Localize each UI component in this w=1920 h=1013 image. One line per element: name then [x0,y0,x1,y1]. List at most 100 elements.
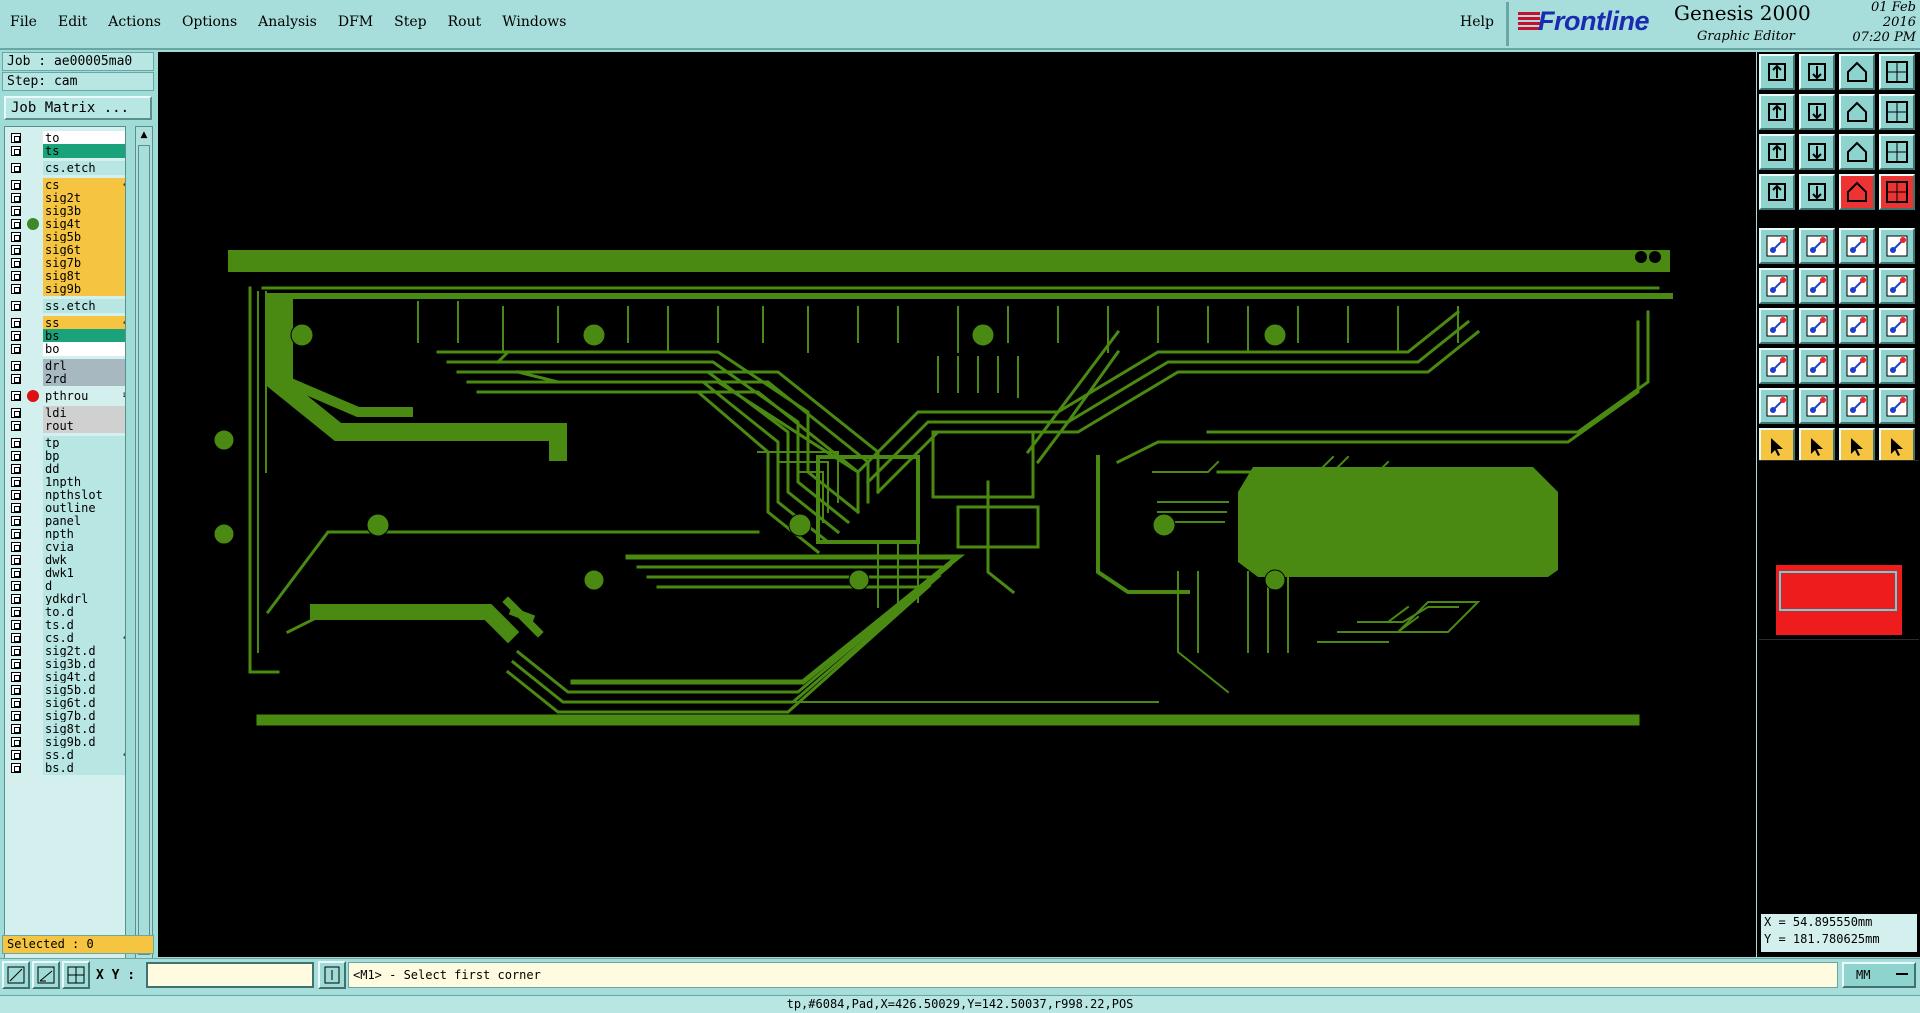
layer-name[interactable]: cs.etch [43,161,125,175]
redraw-button[interactable] [1879,94,1915,130]
layer-name[interactable]: cs✐ [43,178,125,192]
layer-name[interactable]: ts [43,144,125,158]
layer-row-2rd[interactable]: 2rd [7,372,125,386]
layer-name[interactable]: tp [43,436,125,450]
layer-row-sig5b[interactable]: sig5b [7,230,125,244]
menu-analysis[interactable]: Analysis [258,14,317,30]
layer-row-rout[interactable]: rout [7,419,125,433]
arch-cut-button[interactable] [1879,388,1915,424]
layer-name[interactable]: sig5b.d [43,683,125,697]
select-window-button[interactable] [2,961,30,989]
add-node-button[interactable] [1759,268,1795,304]
layer-name[interactable]: sig9b [43,282,125,296]
layer-checkbox[interactable] [11,344,21,354]
layer-name[interactable]: sig8t.d [43,722,125,736]
layer-checkbox[interactable] [11,245,21,255]
pan-right-button[interactable] [1799,94,1835,130]
layer-checkbox[interactable] [11,180,21,190]
snap-shape-button[interactable] [1799,228,1835,264]
pattern-button[interactable] [1879,348,1915,384]
layer-row-pthrou[interactable]: pthrou≡ [7,389,125,403]
layer-name[interactable]: cs.d✐ [43,631,125,645]
layer-name[interactable]: panel [43,514,125,528]
layer-checkbox[interactable] [11,503,21,513]
layer-name[interactable]: sig6t [43,243,125,257]
layer-checkbox[interactable] [11,163,21,173]
layer-row-sig6t[interactable]: sig6t [7,243,125,257]
menu-help[interactable]: Help [1460,14,1494,30]
layer-row-dwk1[interactable]: dwk1 [7,566,125,580]
layer-name[interactable]: sig2t.d [43,644,125,658]
layer-checkbox[interactable] [11,750,21,760]
layer-checkbox[interactable] [11,232,21,242]
layer-checkbox[interactable] [11,477,21,487]
layer-row-ts-d[interactable]: ts.d [7,618,125,632]
net-highlight-button[interactable] [1839,174,1875,210]
fillet-button[interactable] [1759,388,1795,424]
zoom-center-button[interactable] [1799,134,1835,170]
pcb-artwork[interactable] [158,52,1756,957]
layer-name[interactable]: rout [43,419,125,433]
layer-checkbox[interactable] [11,672,21,682]
layer-checkbox[interactable] [11,698,21,708]
layer-name[interactable]: ss.d✐ [43,748,125,762]
layer-name[interactable]: ydkdrl [43,592,125,606]
move-point-button[interactable] [1839,268,1875,304]
layer-checkbox[interactable] [11,374,21,384]
menu-actions[interactable]: Actions [108,14,161,30]
scroll-up-icon[interactable]: ▲ [138,129,150,141]
layer-row-ts[interactable]: ts [7,144,125,158]
layer-list-scrollbar[interactable]: ▲ ▼ [135,126,153,981]
help-button[interactable] [1879,134,1915,170]
layer-row-drl[interactable]: drl [7,359,125,373]
layer-row-bo[interactable]: bo [7,342,125,356]
window-button[interactable] [1879,54,1915,90]
layer-checkbox[interactable] [11,258,21,268]
layer-name[interactable]: sig5b [43,230,125,244]
layer-row-cs-etch[interactable]: cs.etch [7,161,125,175]
net-compare-button[interactable] [1879,174,1915,210]
layer-checkbox[interactable] [11,633,21,643]
layer-row-npth[interactable]: npth [7,527,125,541]
cut-line-button[interactable] [1799,348,1835,384]
angle-line-button[interactable] [1759,308,1795,344]
layer-row-ldi[interactable]: ldi [7,406,125,420]
menu-step[interactable]: Step [394,14,426,30]
zoom-home-button[interactable] [1759,54,1795,90]
layer-name[interactable]: sig4t.d [43,670,125,684]
layer-name[interactable]: ss✐ [43,316,125,330]
layer-row-sig6t-d[interactable]: sig6t.d [7,696,125,710]
layer-name[interactable]: ts.d [43,618,125,632]
layer-name[interactable]: npthslot [43,488,125,502]
layer-checkbox[interactable] [11,581,21,591]
layer-name[interactable]: to.d [43,605,125,619]
layer-checkbox[interactable] [11,555,21,565]
layer-name[interactable]: bo [43,342,125,356]
units-select[interactable]: MM [1842,962,1916,988]
menu-options[interactable]: Options [182,14,237,30]
layer-checkbox[interactable] [11,594,21,604]
layer-name[interactable]: sig4t [43,217,125,231]
layer-name[interactable]: 1npth [43,475,125,489]
job-matrix-button[interactable]: Job Matrix ... [4,96,152,120]
layer-name[interactable]: sig2t [43,191,125,205]
layer-checkbox[interactable] [11,646,21,656]
layer-checkbox[interactable] [11,318,21,328]
layer-row-sig3b-d[interactable]: sig3b.d [7,657,125,671]
layer-checkbox[interactable] [11,620,21,630]
layer-row-d[interactable]: d [7,579,125,593]
layer-row-npthslot[interactable]: npthslot [7,488,125,502]
slot-button[interactable] [1839,348,1875,384]
layer-name[interactable]: bs.d [43,761,125,775]
split-button[interactable] [1879,308,1915,344]
layer-row-outline[interactable]: outline [7,501,125,515]
layer-checkbox[interactable] [11,529,21,539]
overview-window[interactable] [1759,460,1919,640]
menu-file[interactable]: File [10,14,37,30]
snap-pad-button[interactable] [1759,228,1795,264]
layer-checkbox[interactable] [11,284,21,294]
layer-checkbox[interactable] [11,607,21,617]
layer-row-sig7b[interactable]: sig7b [7,256,125,270]
layer-checkbox[interactable] [11,271,21,281]
layer-checkbox[interactable] [11,391,21,401]
